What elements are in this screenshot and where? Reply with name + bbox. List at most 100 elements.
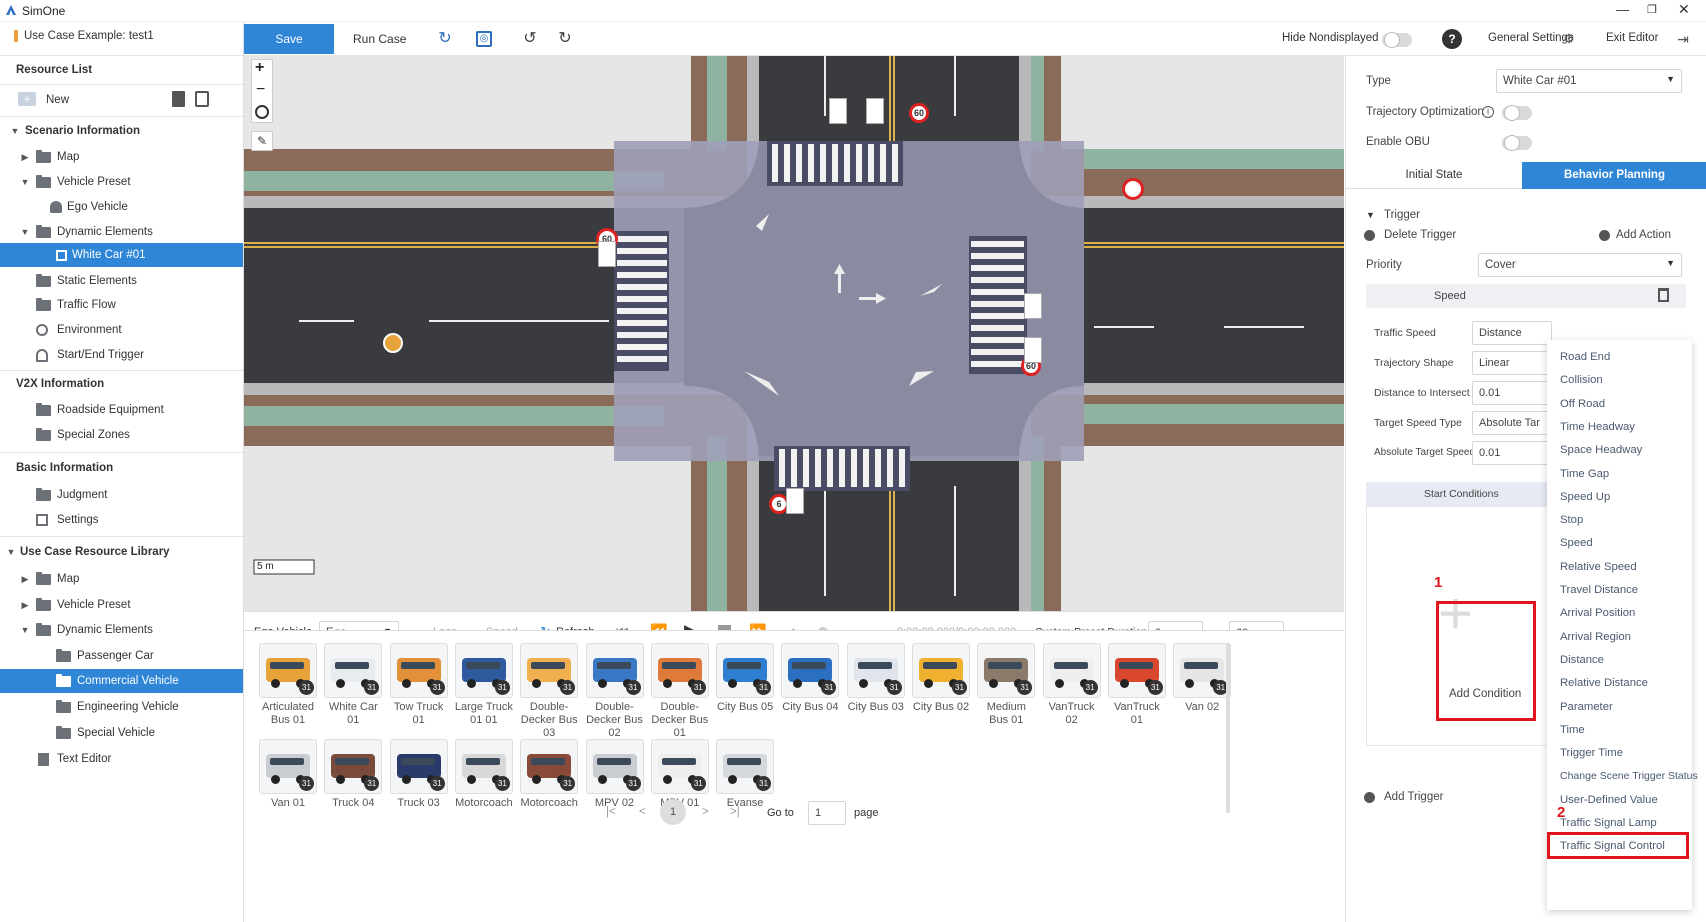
gear-icon[interactable]: ⚙ bbox=[1560, 30, 1578, 48]
dropdown-option[interactable]: Parameter bbox=[1560, 701, 1613, 713]
add-trigger-button[interactable]: Add Trigger bbox=[1384, 791, 1443, 803]
dropdown-option[interactable]: Space Headway bbox=[1560, 444, 1642, 456]
vehicle-thumbnail[interactable]: 31 bbox=[454, 643, 513, 698]
trajectory-shape-select[interactable]: Linear bbox=[1472, 351, 1552, 375]
minimize-icon[interactable]: — bbox=[1616, 2, 1629, 17]
lib-item-passenger-car[interactable]: Passenger Car bbox=[0, 643, 243, 669]
tree-item-white-car[interactable]: White Car #01 bbox=[0, 243, 243, 267]
vehicle-thumbnail[interactable]: 31 bbox=[259, 739, 317, 794]
hide-nondisplayed-toggle[interactable] bbox=[1382, 32, 1412, 48]
ruler-icon[interactable]: ✎ bbox=[251, 131, 273, 151]
dropdown-option[interactable]: Stop bbox=[1560, 514, 1583, 526]
dropdown-option[interactable]: Arrival Position bbox=[1560, 607, 1635, 619]
dropdown-option[interactable]: User-Defined Value bbox=[1560, 794, 1658, 806]
vehicle-thumbnail[interactable]: 31 bbox=[1107, 643, 1166, 698]
traffic-light-icon[interactable] bbox=[1024, 337, 1042, 363]
dropdown-option[interactable]: Time Gap bbox=[1560, 468, 1609, 480]
scrollbar[interactable] bbox=[1226, 643, 1230, 813]
redo-icon[interactable]: ↻ bbox=[556, 30, 574, 48]
tree-item-vehicle-preset[interactable]: ▼ Vehicle Preset bbox=[0, 169, 243, 195]
zoom-in-button[interactable]: + bbox=[255, 59, 264, 77]
vehicle-card[interactable]: 31 Evanse bbox=[715, 739, 775, 810]
vehicle-card[interactable]: 31 City Bus 02 bbox=[911, 643, 971, 714]
vehicle-card[interactable]: 31 VanTruck 01 bbox=[1107, 643, 1167, 727]
info-icon[interactable]: i bbox=[1482, 106, 1494, 118]
vehicle-card[interactable]: 31 Double-Decker Bus 03 bbox=[519, 643, 579, 740]
vehicle-thumbnail[interactable]: 31 bbox=[389, 643, 448, 698]
restore-icon[interactable]: ❐ bbox=[1647, 3, 1657, 16]
caret-down-icon[interactable]: ▼ bbox=[20, 177, 30, 187]
tree-item-judgment[interactable]: Judgment bbox=[0, 482, 243, 508]
last-page-icon[interactable]: >| bbox=[730, 806, 740, 818]
tree-item-settings[interactable]: Settings bbox=[0, 507, 243, 533]
close-icon[interactable]: ✕ bbox=[1678, 1, 1690, 18]
vehicle-card[interactable]: 31 Motorcoach bbox=[454, 739, 514, 810]
vehicle-card[interactable]: 31 Large Truck 01 01 bbox=[454, 643, 514, 727]
add-action-button[interactable]: Add Action bbox=[1616, 229, 1671, 241]
prev-page-icon[interactable]: < bbox=[639, 806, 646, 818]
dropdown-option[interactable]: Time Headway bbox=[1560, 421, 1635, 433]
vehicle-thumbnail[interactable]: 31 bbox=[389, 739, 448, 794]
tab-initial-state[interactable]: Initial State bbox=[1346, 162, 1522, 189]
exit-icon[interactable]: ⇥ bbox=[1674, 30, 1692, 48]
tree-item-roadside-equipment[interactable]: Roadside Equipment bbox=[0, 397, 243, 423]
dropdown-option[interactable]: Time bbox=[1560, 724, 1585, 736]
vehicle-thumbnail[interactable]: 31 bbox=[520, 643, 579, 698]
run-case-button[interactable]: Run Case bbox=[353, 32, 406, 46]
tab-behavior-planning[interactable]: Behavior Planning bbox=[1522, 162, 1706, 189]
lib-item-text-editor[interactable]: Text Editor bbox=[0, 746, 243, 772]
vehicle-card[interactable]: 31 Double-Decker Bus 02 bbox=[585, 643, 645, 740]
plus-circle-icon[interactable] bbox=[1599, 230, 1610, 241]
vehicle-thumbnail[interactable]: 31 bbox=[781, 643, 840, 698]
caret-right-icon[interactable]: ▶ bbox=[20, 152, 30, 163]
dropdown-option[interactable]: Change Scene Trigger Status bbox=[1560, 770, 1698, 782]
lib-item-vehicle-preset[interactable]: ▶ Vehicle Preset bbox=[0, 592, 243, 618]
traffic-light-icon[interactable] bbox=[598, 241, 616, 267]
vehicle-thumbnail[interactable]: 31 bbox=[324, 643, 383, 698]
next-page-icon[interactable]: > bbox=[702, 806, 709, 818]
dropdown-option[interactable]: Collision bbox=[1560, 374, 1603, 386]
use-case-resource-library-node[interactable]: ▼ Use Case Resource Library bbox=[0, 539, 243, 565]
distance-to-intersect-input[interactable]: 0.01 bbox=[1472, 381, 1552, 405]
vehicle-card[interactable]: 31 VanTruck 02 bbox=[1042, 643, 1102, 727]
vehicle-thumbnail[interactable]: 31 bbox=[716, 643, 775, 698]
delete-trigger-button[interactable]: Delete Trigger bbox=[1384, 229, 1456, 241]
tree-item-ego-vehicle[interactable]: Ego Vehicle bbox=[0, 194, 243, 220]
traffic-light-icon[interactable] bbox=[786, 488, 804, 514]
vehicle-thumbnail[interactable]: 31 bbox=[585, 739, 644, 794]
new-button[interactable]: New bbox=[46, 94, 69, 106]
scenario-information-node[interactable]: ▼ Scenario Information bbox=[0, 118, 243, 144]
dropdown-option[interactable]: Relative Speed bbox=[1560, 561, 1637, 573]
vehicle-thumbnail[interactable]: 31 bbox=[324, 739, 383, 794]
vehicle-card[interactable]: 31 Medium Bus 01 bbox=[976, 643, 1036, 727]
target-speed-type-select[interactable]: Absolute Tar bbox=[1472, 411, 1552, 435]
vehicle-thumbnail[interactable]: 31 bbox=[650, 643, 709, 698]
vehicle-card[interactable]: 31 City Bus 05 bbox=[715, 643, 775, 714]
vehicle-marker-icon[interactable] bbox=[383, 333, 403, 353]
vehicle-thumbnail[interactable]: 31 bbox=[1173, 643, 1232, 698]
dropdown-option[interactable]: Speed bbox=[1560, 537, 1593, 549]
vehicle-card[interactable]: 31MPV 01 bbox=[650, 739, 710, 810]
vehicle-thumbnail[interactable]: 31 bbox=[585, 643, 644, 698]
tree-item-traffic-flow[interactable]: Traffic Flow bbox=[0, 292, 243, 318]
dropdown-option[interactable]: Traffic Signal Lamp bbox=[1560, 817, 1657, 829]
traffic-speed-select[interactable]: Distance bbox=[1472, 321, 1552, 345]
lib-item-special-vehicle[interactable]: Special Vehicle bbox=[0, 720, 243, 746]
vehicle-thumbnail[interactable]: 31 bbox=[1042, 643, 1101, 698]
lib-item-commercial-vehicle[interactable]: Commercial Vehicle bbox=[0, 669, 243, 693]
dropdown-option[interactable]: Road End bbox=[1560, 351, 1610, 363]
vehicle-card[interactable]: 31 Articulated Bus 01 bbox=[258, 643, 318, 727]
vehicle-card[interactable]: 31 Van 02 bbox=[1172, 643, 1232, 714]
caret-down-icon[interactable]: ▼ bbox=[6, 547, 16, 557]
absolute-target-speed-input[interactable]: 0.01 bbox=[1472, 441, 1552, 465]
trash-icon[interactable] bbox=[1658, 288, 1669, 302]
dropdown-option[interactable]: Trigger Time bbox=[1560, 747, 1623, 759]
dropdown-option[interactable]: Travel Distance bbox=[1560, 584, 1638, 596]
save-button[interactable]: Save bbox=[244, 24, 334, 54]
vehicle-card[interactable]: 31 MPV 02 bbox=[585, 739, 645, 810]
trigger-caret-icon[interactable]: ▼ bbox=[1366, 210, 1375, 220]
dropdown-option[interactable]: Distance bbox=[1560, 654, 1604, 666]
vehicle-card[interactable]: 31 Van 01 bbox=[258, 739, 318, 810]
zoom-out-button[interactable]: − bbox=[256, 81, 265, 99]
go-to-page-input[interactable]: 1 bbox=[808, 801, 846, 825]
